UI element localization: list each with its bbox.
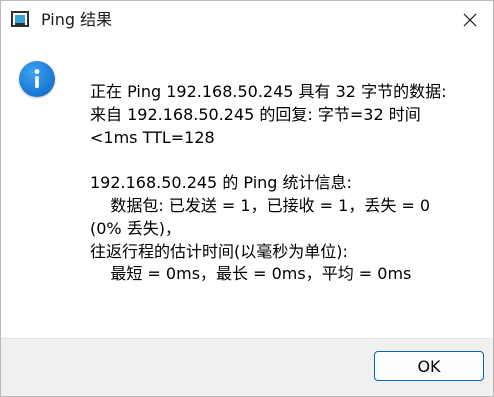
message-line — [90, 149, 490, 172]
ping-result-dialog: Ping 结果 正在 Ping 192.168.50.245 具有 32 字节的… — [0, 0, 494, 397]
message-line: 192.168.50.245 的 Ping 统计信息: — [90, 173, 352, 193]
message-line: (0% 丢失)， — [90, 218, 181, 238]
info-icon — [19, 61, 55, 97]
message-line: 最短 = 0ms，最长 = 0ms，平均 = 0ms — [90, 264, 412, 284]
title-bar: Ping 结果 — [1, 1, 493, 39]
app-window-icon — [11, 11, 29, 27]
close-icon — [463, 13, 477, 27]
message-line: <1ms TTL=128 — [90, 127, 215, 147]
message-line: 正在 Ping 192.168.50.245 具有 32 字节的数据: — [90, 82, 447, 101]
close-button[interactable] — [447, 1, 493, 39]
dialog-footer: OK — [1, 338, 493, 396]
message-line: 来自 192.168.50.245 的回复: 字节=32 时间 — [90, 104, 421, 124]
dialog-content: 正在 Ping 192.168.50.245 具有 32 字节的数据: 来自 1… — [1, 39, 493, 338]
window-title: Ping 结果 — [41, 10, 113, 29]
ok-button[interactable]: OK — [374, 351, 484, 381]
message-line: 数据包: 已发送 = 1，已接收 = 1，丢失 = 0 — [90, 195, 431, 215]
message-line: 往返行程的估计时间(以毫秒为单位): — [90, 241, 348, 261]
ping-message: 正在 Ping 192.168.50.245 具有 32 字节的数据: 来自 1… — [90, 81, 490, 286]
